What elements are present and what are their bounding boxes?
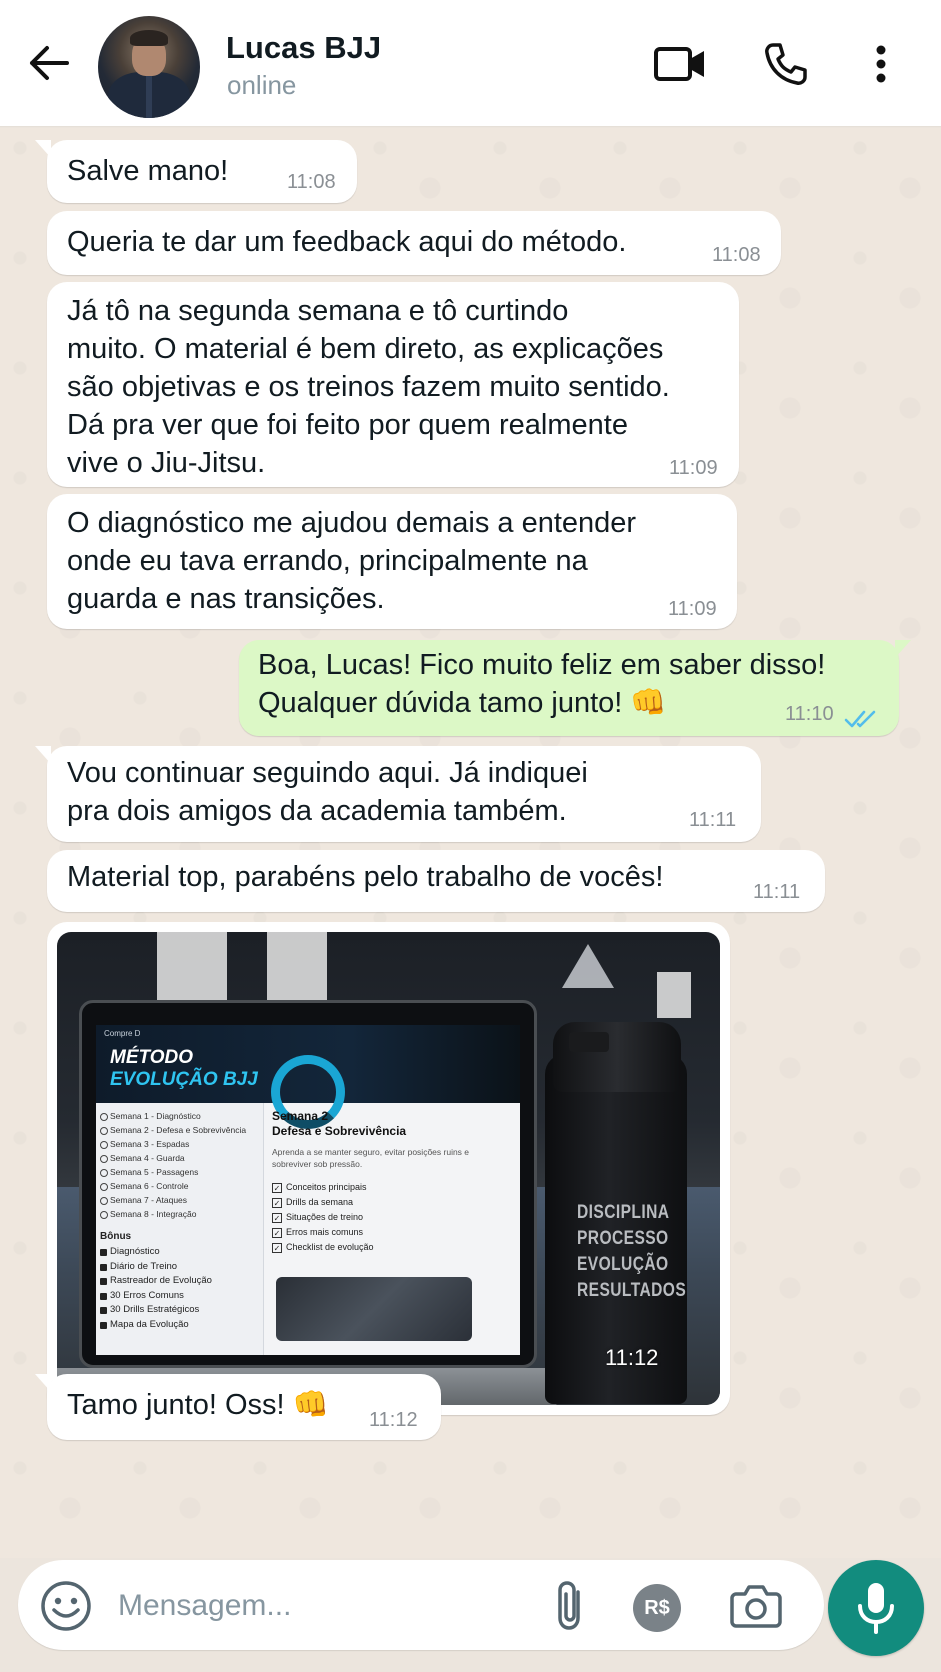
gym-logo	[562, 944, 614, 988]
attach-icon[interactable]	[548, 1580, 592, 1632]
screen-main: Semana 2 Defesa e Sobrevivência Aprenda …	[272, 1109, 516, 1255]
message-bubble[interactable]: Vou continuar seguindo aqui. Já indiquei…	[35, 746, 761, 842]
screen-subtitle: EVOLUÇÃO BJJ	[110, 1069, 258, 1090]
checklist-item: Conceitos principais	[272, 1180, 516, 1195]
message-bubble[interactable]: Salve mano! 11:08	[35, 140, 357, 203]
laptop-screen: Compre D MÉTODO EVOLUÇÃO BJJ Semana 1 - …	[79, 1000, 537, 1368]
read-ticks-icon	[844, 702, 880, 740]
checklist-item: Situações de treino	[272, 1210, 516, 1225]
contact-status: online	[227, 70, 297, 100]
payment-button[interactable]: R$	[633, 1584, 681, 1632]
message-input[interactable]	[118, 1584, 498, 1628]
app-label: Compre D	[104, 1029, 141, 1038]
bonus-item: Mapa da Evolução	[96, 1318, 263, 1333]
mic-icon	[858, 1583, 894, 1634]
bonus-heading: Bônus	[100, 1231, 132, 1242]
bonus-item: Diagnóstico	[96, 1245, 263, 1260]
bonus-item: Diário de Treino	[96, 1260, 263, 1275]
week-item: Semana 2 - Defesa e Sobrevivência	[96, 1123, 263, 1137]
message-bubble-outgoing[interactable]: Boa, Lucas! Fico muito feliz em saber di…	[239, 640, 911, 736]
message-bubble[interactable]: Já tô na segunda semana e tô curtindo mu…	[47, 282, 739, 487]
message-text: O diagnóstico me ajudou demais a entende…	[67, 507, 637, 615]
bottle-line: PROCESSO	[577, 1228, 669, 1249]
message-text: Queria te dar um feedback aqui do método…	[67, 226, 627, 258]
message-time: 11:12	[369, 1409, 418, 1431]
more-options-icon[interactable]	[853, 38, 909, 90]
week-item: Semana 4 - Guarda	[96, 1151, 263, 1165]
checklist-item: Erros mais comuns	[272, 1225, 516, 1240]
shared-photo[interactable]: Compre D MÉTODO EVOLUÇÃO BJJ Semana 1 - …	[57, 932, 720, 1405]
training-thumbnail	[276, 1277, 472, 1341]
message-bubble[interactable]: Queria te dar um feedback aqui do método…	[47, 211, 781, 275]
bonus-item: 30 Erros Comuns	[96, 1289, 263, 1304]
week-item: Semana 6 - Controle	[96, 1179, 263, 1193]
week-item: Semana 8 - Integração	[96, 1207, 263, 1221]
message-text: Vou continuar seguindo aqui. Já indiquei…	[67, 757, 588, 827]
back-arrow-icon[interactable]	[26, 40, 72, 86]
message-time: 11:11	[689, 809, 737, 831]
chat-header: Lucas BJJ online	[0, 0, 941, 127]
week-item: Semana 5 - Passagens	[96, 1165, 263, 1179]
message-text: Tamo junto! Oss! 👊	[67, 1389, 329, 1421]
screen-sidebar: Semana 1 - Diagnóstico Semana 2 - Defesa…	[96, 1103, 264, 1355]
checklist-item: Checklist de evolução	[272, 1240, 516, 1255]
main-subtitle: Defesa e Sobrevivência	[272, 1124, 407, 1138]
camera-icon[interactable]	[730, 1582, 782, 1630]
message-time: 11:09	[668, 598, 717, 620]
chat-area[interactable]: Salve mano! 11:08 Queria te dar um feedb…	[0, 128, 941, 1558]
week-item: Semana 1 - Diagnóstico	[96, 1109, 263, 1123]
message-bubble[interactable]: Tamo junto! Oss! 👊 11:12	[35, 1374, 441, 1440]
message-text: Boa, Lucas! Fico muito feliz em saber di…	[258, 649, 826, 719]
message-text: Material top, parabéns pelo trabalho de …	[67, 861, 664, 893]
bonus-item: Rastreador de Evolução	[96, 1274, 263, 1289]
week-item: Semana 3 - Espadas	[96, 1137, 263, 1151]
mic-button[interactable]	[828, 1560, 924, 1656]
message-bubble[interactable]: Material top, parabéns pelo trabalho de …	[47, 850, 825, 912]
message-composer: R$	[18, 1560, 824, 1650]
message-time: 11:12	[605, 1345, 659, 1370]
message-time: 11:08	[712, 244, 761, 266]
phone-icon[interactable]	[758, 38, 814, 90]
main-week: Semana 2	[272, 1109, 329, 1123]
bonus-item: 30 Drills Estratégicos	[96, 1303, 263, 1318]
image-message[interactable]: Compre D MÉTODO EVOLUÇÃO BJJ Semana 1 - …	[47, 922, 730, 1415]
main-description: Aprenda a se manter seguro, evitar posiç…	[272, 1147, 470, 1169]
bottle-text: DISCIPLINA PROCESSO EVOLUÇÃO RESULTADOS	[577, 1200, 686, 1304]
message-time: 11:08	[287, 171, 336, 193]
contact-name[interactable]: Lucas BJJ	[226, 30, 381, 66]
bottle-spout	[569, 1032, 609, 1052]
bottle-line: RESULTADOS	[577, 1280, 687, 1301]
screen-title: MÉTODO	[110, 1047, 194, 1068]
message-text: Já tô na segunda semana e tô curtindo mu…	[67, 295, 670, 479]
message-time: 11:10	[785, 703, 834, 725]
message-time: 11:11	[753, 881, 801, 903]
message-bubble[interactable]: O diagnóstico me ajudou demais a entende…	[47, 494, 737, 629]
emoji-icon[interactable]	[40, 1580, 92, 1632]
video-call-icon[interactable]	[652, 38, 708, 90]
avatar[interactable]	[98, 16, 200, 118]
bottle-line: EVOLUÇÃO	[577, 1254, 669, 1275]
checklist-item: Drills da semana	[272, 1195, 516, 1210]
week-item: Semana 7 - Ataques	[96, 1193, 263, 1207]
message-time: 11:09	[669, 457, 718, 479]
message-text: Salve mano!	[67, 155, 229, 187]
bottle-line: DISCIPLINA	[577, 1202, 670, 1223]
